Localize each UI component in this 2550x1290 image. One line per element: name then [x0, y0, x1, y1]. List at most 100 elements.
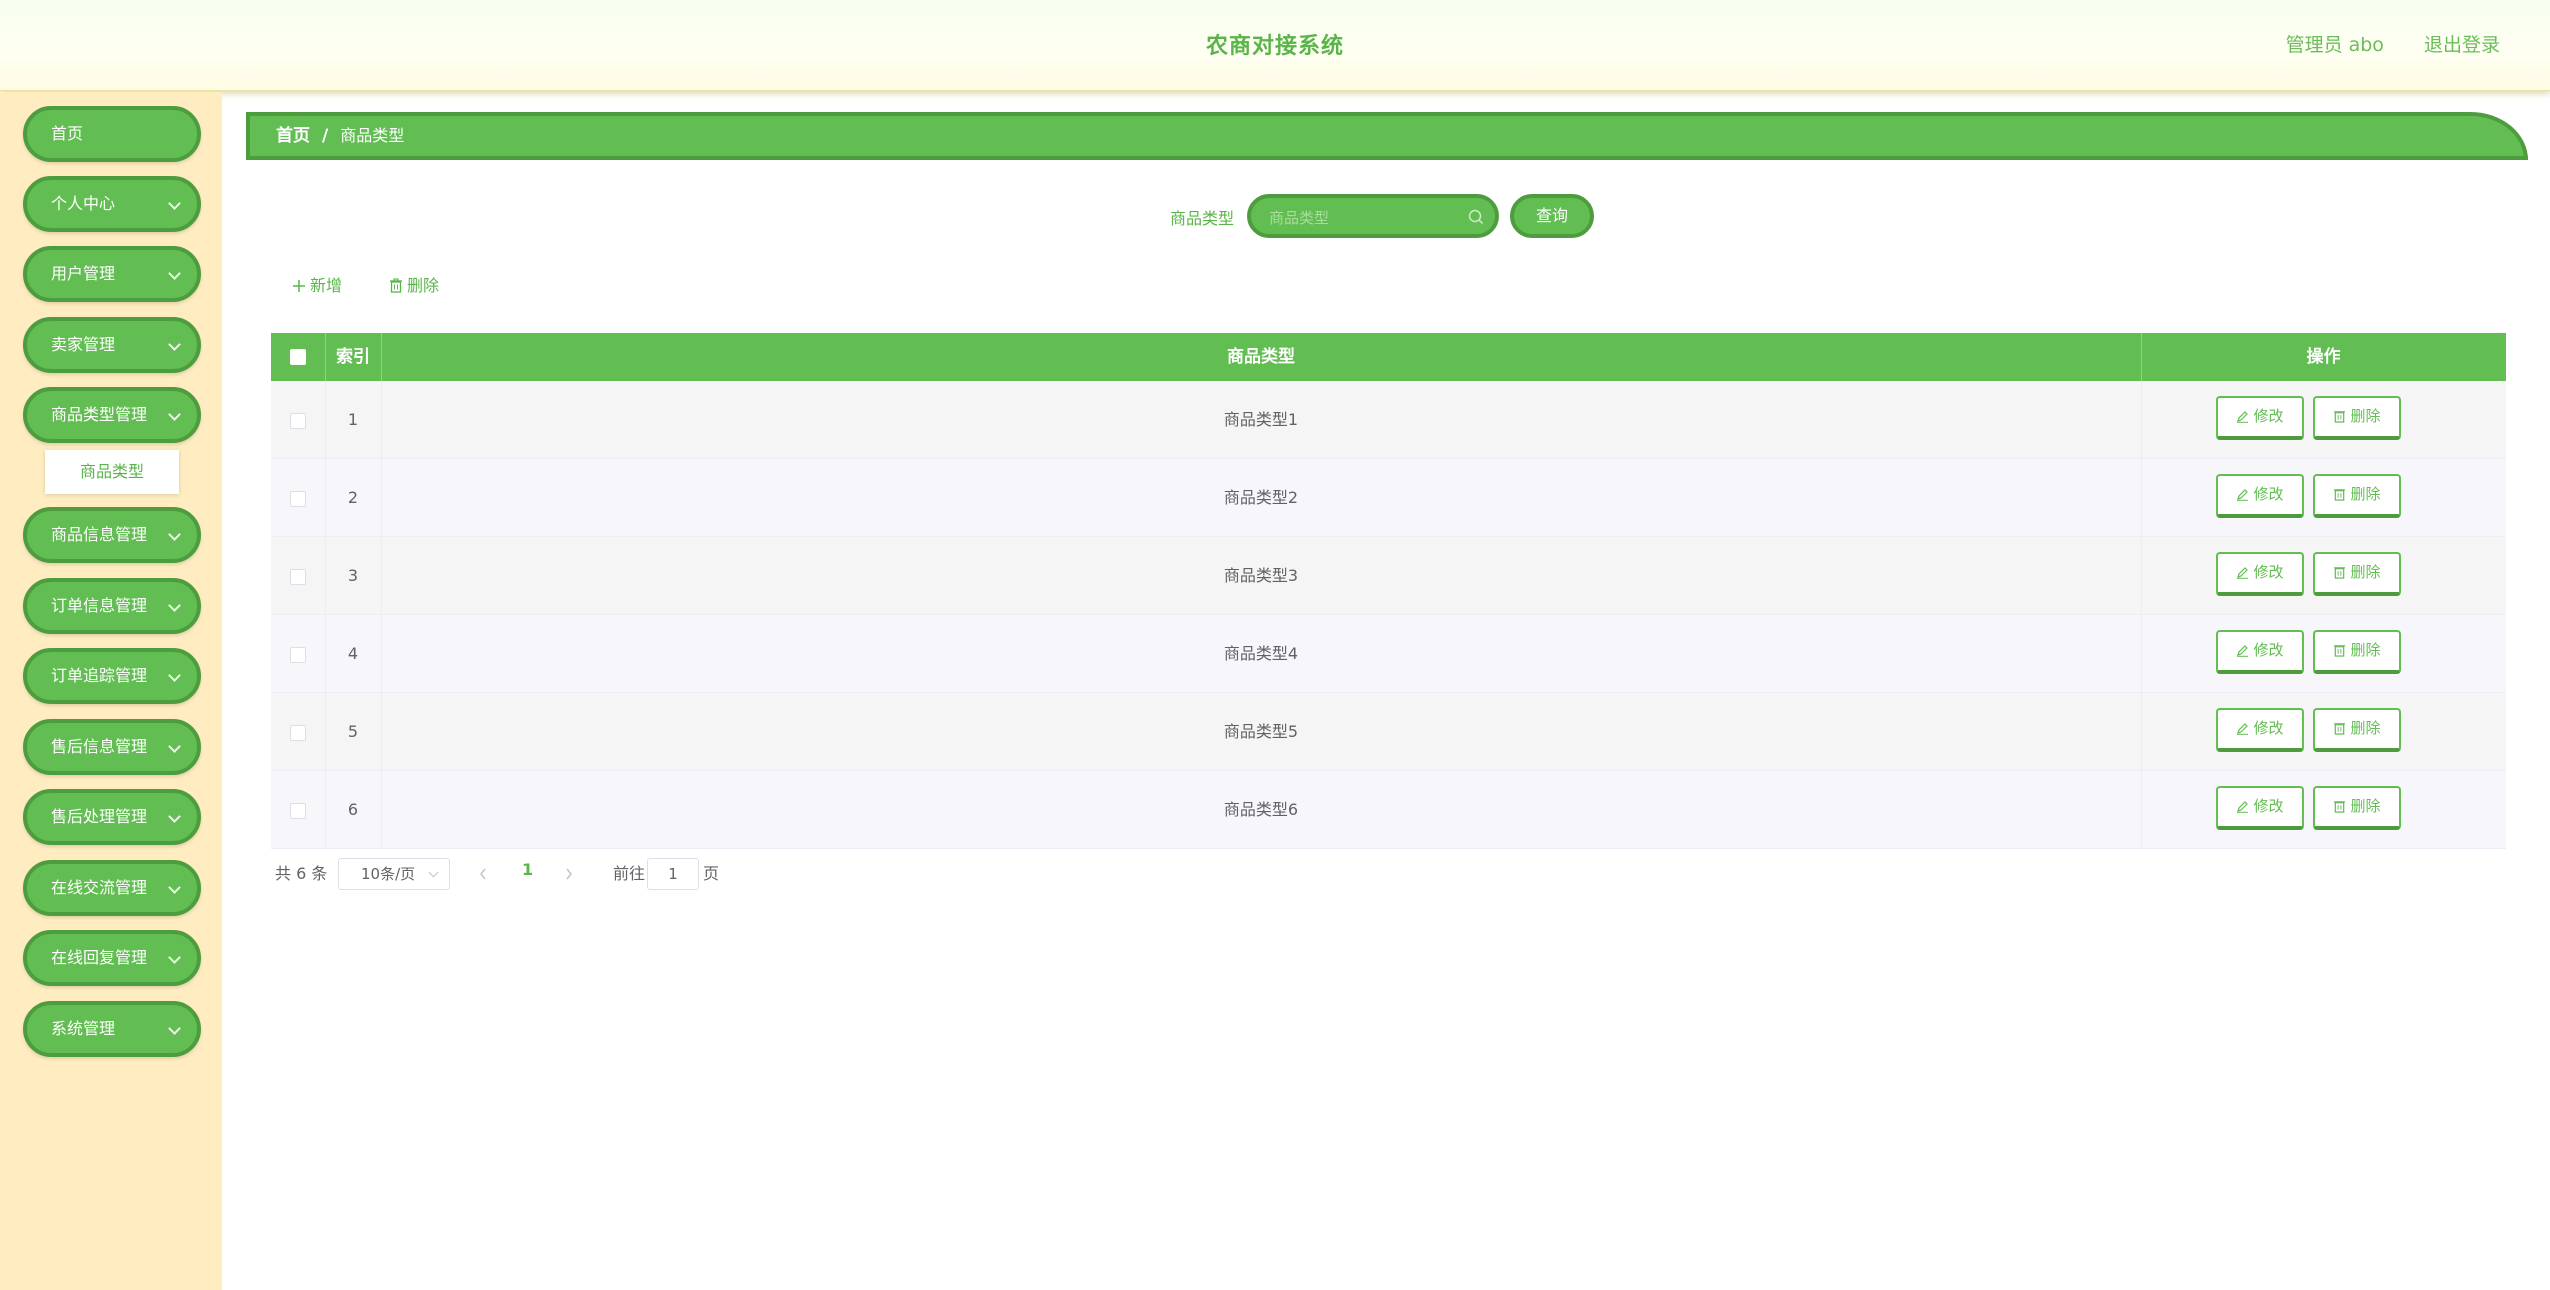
sidebar-item-after-sales-processing-management[interactable]: 售后处理管理 [23, 789, 201, 845]
breadcrumb-current: 商品类型 [340, 126, 405, 145]
sidebar-item-product-type-management[interactable]: 商品类型管理 [23, 387, 201, 443]
edit-button-label: 修改 [2253, 485, 2284, 503]
row-index: 5 [325, 693, 382, 770]
sidebar-item-user-management[interactable]: 用户管理 [23, 246, 201, 302]
chevron-down-icon [168, 740, 181, 753]
delete-button[interactable]: 删除 [2313, 474, 2401, 518]
row-checkbox[interactable] [290, 568, 306, 585]
row-select [271, 537, 326, 614]
prev-page-icon[interactable] [478, 867, 488, 881]
sidebar-item-label: 卖家管理 [51, 335, 116, 354]
page-size-select[interactable]: 10条/页 [338, 858, 450, 890]
delete-button[interactable]: 删除 [2313, 708, 2401, 752]
trash-icon [2334, 723, 2346, 735]
sidebar-item-online-reply-management[interactable]: 在线回复管理 [23, 930, 201, 986]
delete-button-label: 删除 [2350, 719, 2381, 737]
row-actions: 修改 删除 [2141, 381, 2506, 458]
select-all-checkbox[interactable] [290, 349, 306, 365]
chevron-down-icon [168, 197, 181, 210]
row-checkbox[interactable] [290, 646, 306, 663]
sidebar-item-label: 系统管理 [51, 1019, 116, 1038]
delete-button[interactable]: 删除 [2313, 630, 2401, 674]
delete-button[interactable]: 删除 [2313, 552, 2401, 596]
search-input[interactable] [1267, 204, 1461, 232]
next-page-icon[interactable] [564, 867, 574, 881]
table-row: 6 商品类型6 修改 删除 [271, 771, 2506, 849]
edit-button[interactable]: 修改 [2216, 552, 2304, 596]
header-select-all[interactable] [271, 333, 326, 381]
add-button-label: 新增 [310, 276, 343, 295]
delete-button-label: 删除 [2350, 563, 2381, 581]
row-select [271, 459, 326, 536]
product-type-table: 索引 商品类型 操作 1 商品类型1 修改 删除 2 商品类型2 修改 删除 3… [271, 333, 2506, 849]
row-index: 2 [325, 459, 382, 536]
page-size-value: 10条/页 [361, 865, 416, 883]
row-checkbox[interactable] [290, 490, 306, 507]
sidebar-item-seller-management[interactable]: 卖家管理 [23, 317, 201, 373]
sidebar-item-system-management[interactable]: 系统管理 [23, 1001, 201, 1057]
sidebar-item-label: 售后处理管理 [51, 807, 148, 826]
breadcrumb-home[interactable]: 首页 [276, 126, 310, 146]
query-button[interactable]: 查询 [1510, 194, 1594, 238]
chevron-down-icon [168, 881, 181, 894]
chevron-down-icon [168, 338, 181, 351]
row-checkbox[interactable] [290, 724, 306, 741]
edit-button[interactable]: 修改 [2216, 396, 2304, 440]
delete-button-label: 删除 [2350, 407, 2381, 425]
edit-button[interactable]: 修改 [2216, 708, 2304, 752]
sidebar-item-label: 首页 [51, 124, 84, 143]
sidebar-item-personal-center[interactable]: 个人中心 [23, 176, 201, 232]
sidebar-item-order-info-management[interactable]: 订单信息管理 [23, 578, 201, 634]
search-icon[interactable] [1467, 208, 1485, 226]
user-info: 管理员 abo [2285, 34, 2384, 56]
row-checkbox[interactable] [290, 802, 306, 819]
goto-page-input[interactable]: 1 [647, 858, 699, 890]
sidebar-item-label: 用户管理 [51, 264, 116, 283]
batch-delete-button-label: 删除 [407, 276, 440, 295]
delete-button[interactable]: 删除 [2313, 786, 2401, 830]
chevron-down-icon [168, 810, 181, 823]
row-select [271, 771, 326, 848]
chevron-down-icon [168, 267, 181, 280]
page-number-current[interactable]: 1 [522, 860, 533, 879]
search-box [1247, 194, 1499, 238]
edit-button[interactable]: 修改 [2216, 474, 2304, 518]
logout-link[interactable]: 退出登录 [2424, 34, 2500, 56]
table-row: 4 商品类型4 修改 删除 [271, 615, 2506, 693]
edit-icon [2237, 489, 2249, 501]
app-title: 农商对接系统 [1205, 34, 1344, 59]
edit-icon [2237, 801, 2249, 813]
sidebar-item-order-tracking-management[interactable]: 订单追踪管理 [23, 648, 201, 704]
sidebar-item-after-sales-info-management[interactable]: 售后信息管理 [23, 719, 201, 775]
sidebar-item-online-chat-management[interactable]: 在线交流管理 [23, 860, 201, 916]
row-index: 6 [325, 771, 382, 848]
trash-icon [2334, 801, 2346, 813]
delete-button[interactable]: 删除 [2313, 396, 2401, 440]
delete-button-label: 删除 [2350, 797, 2381, 815]
batch-delete-button[interactable]: 删除 [389, 272, 439, 296]
row-actions: 修改 删除 [2141, 615, 2506, 692]
edit-button-label: 修改 [2253, 563, 2284, 581]
submenu-item-product-type[interactable]: 商品类型 [45, 450, 179, 494]
chevron-down-icon [428, 867, 439, 878]
table-row: 2 商品类型2 修改 删除 [271, 459, 2506, 537]
edit-button[interactable]: 修改 [2216, 630, 2304, 674]
add-button[interactable]: 新增 [292, 272, 342, 296]
edit-icon [2237, 567, 2249, 579]
edit-button[interactable]: 修改 [2216, 786, 2304, 830]
sidebar-item-home[interactable]: 首页 [23, 106, 201, 162]
plus-icon [293, 280, 305, 292]
sidebar-item-product-info-management[interactable]: 商品信息管理 [23, 507, 201, 563]
edit-icon [2237, 723, 2249, 735]
row-actions: 修改 删除 [2141, 459, 2506, 536]
row-checkbox[interactable] [290, 412, 306, 429]
header-product-type: 商品类型 [381, 333, 2142, 381]
edit-icon [2237, 645, 2249, 657]
delete-button-label: 删除 [2350, 641, 2381, 659]
row-select [271, 615, 326, 692]
delete-button-label: 删除 [2350, 485, 2381, 503]
row-select [271, 381, 326, 458]
edit-button-label: 修改 [2253, 797, 2284, 815]
chevron-down-icon [168, 408, 181, 421]
search-label: 商品类型 [1170, 209, 1235, 228]
